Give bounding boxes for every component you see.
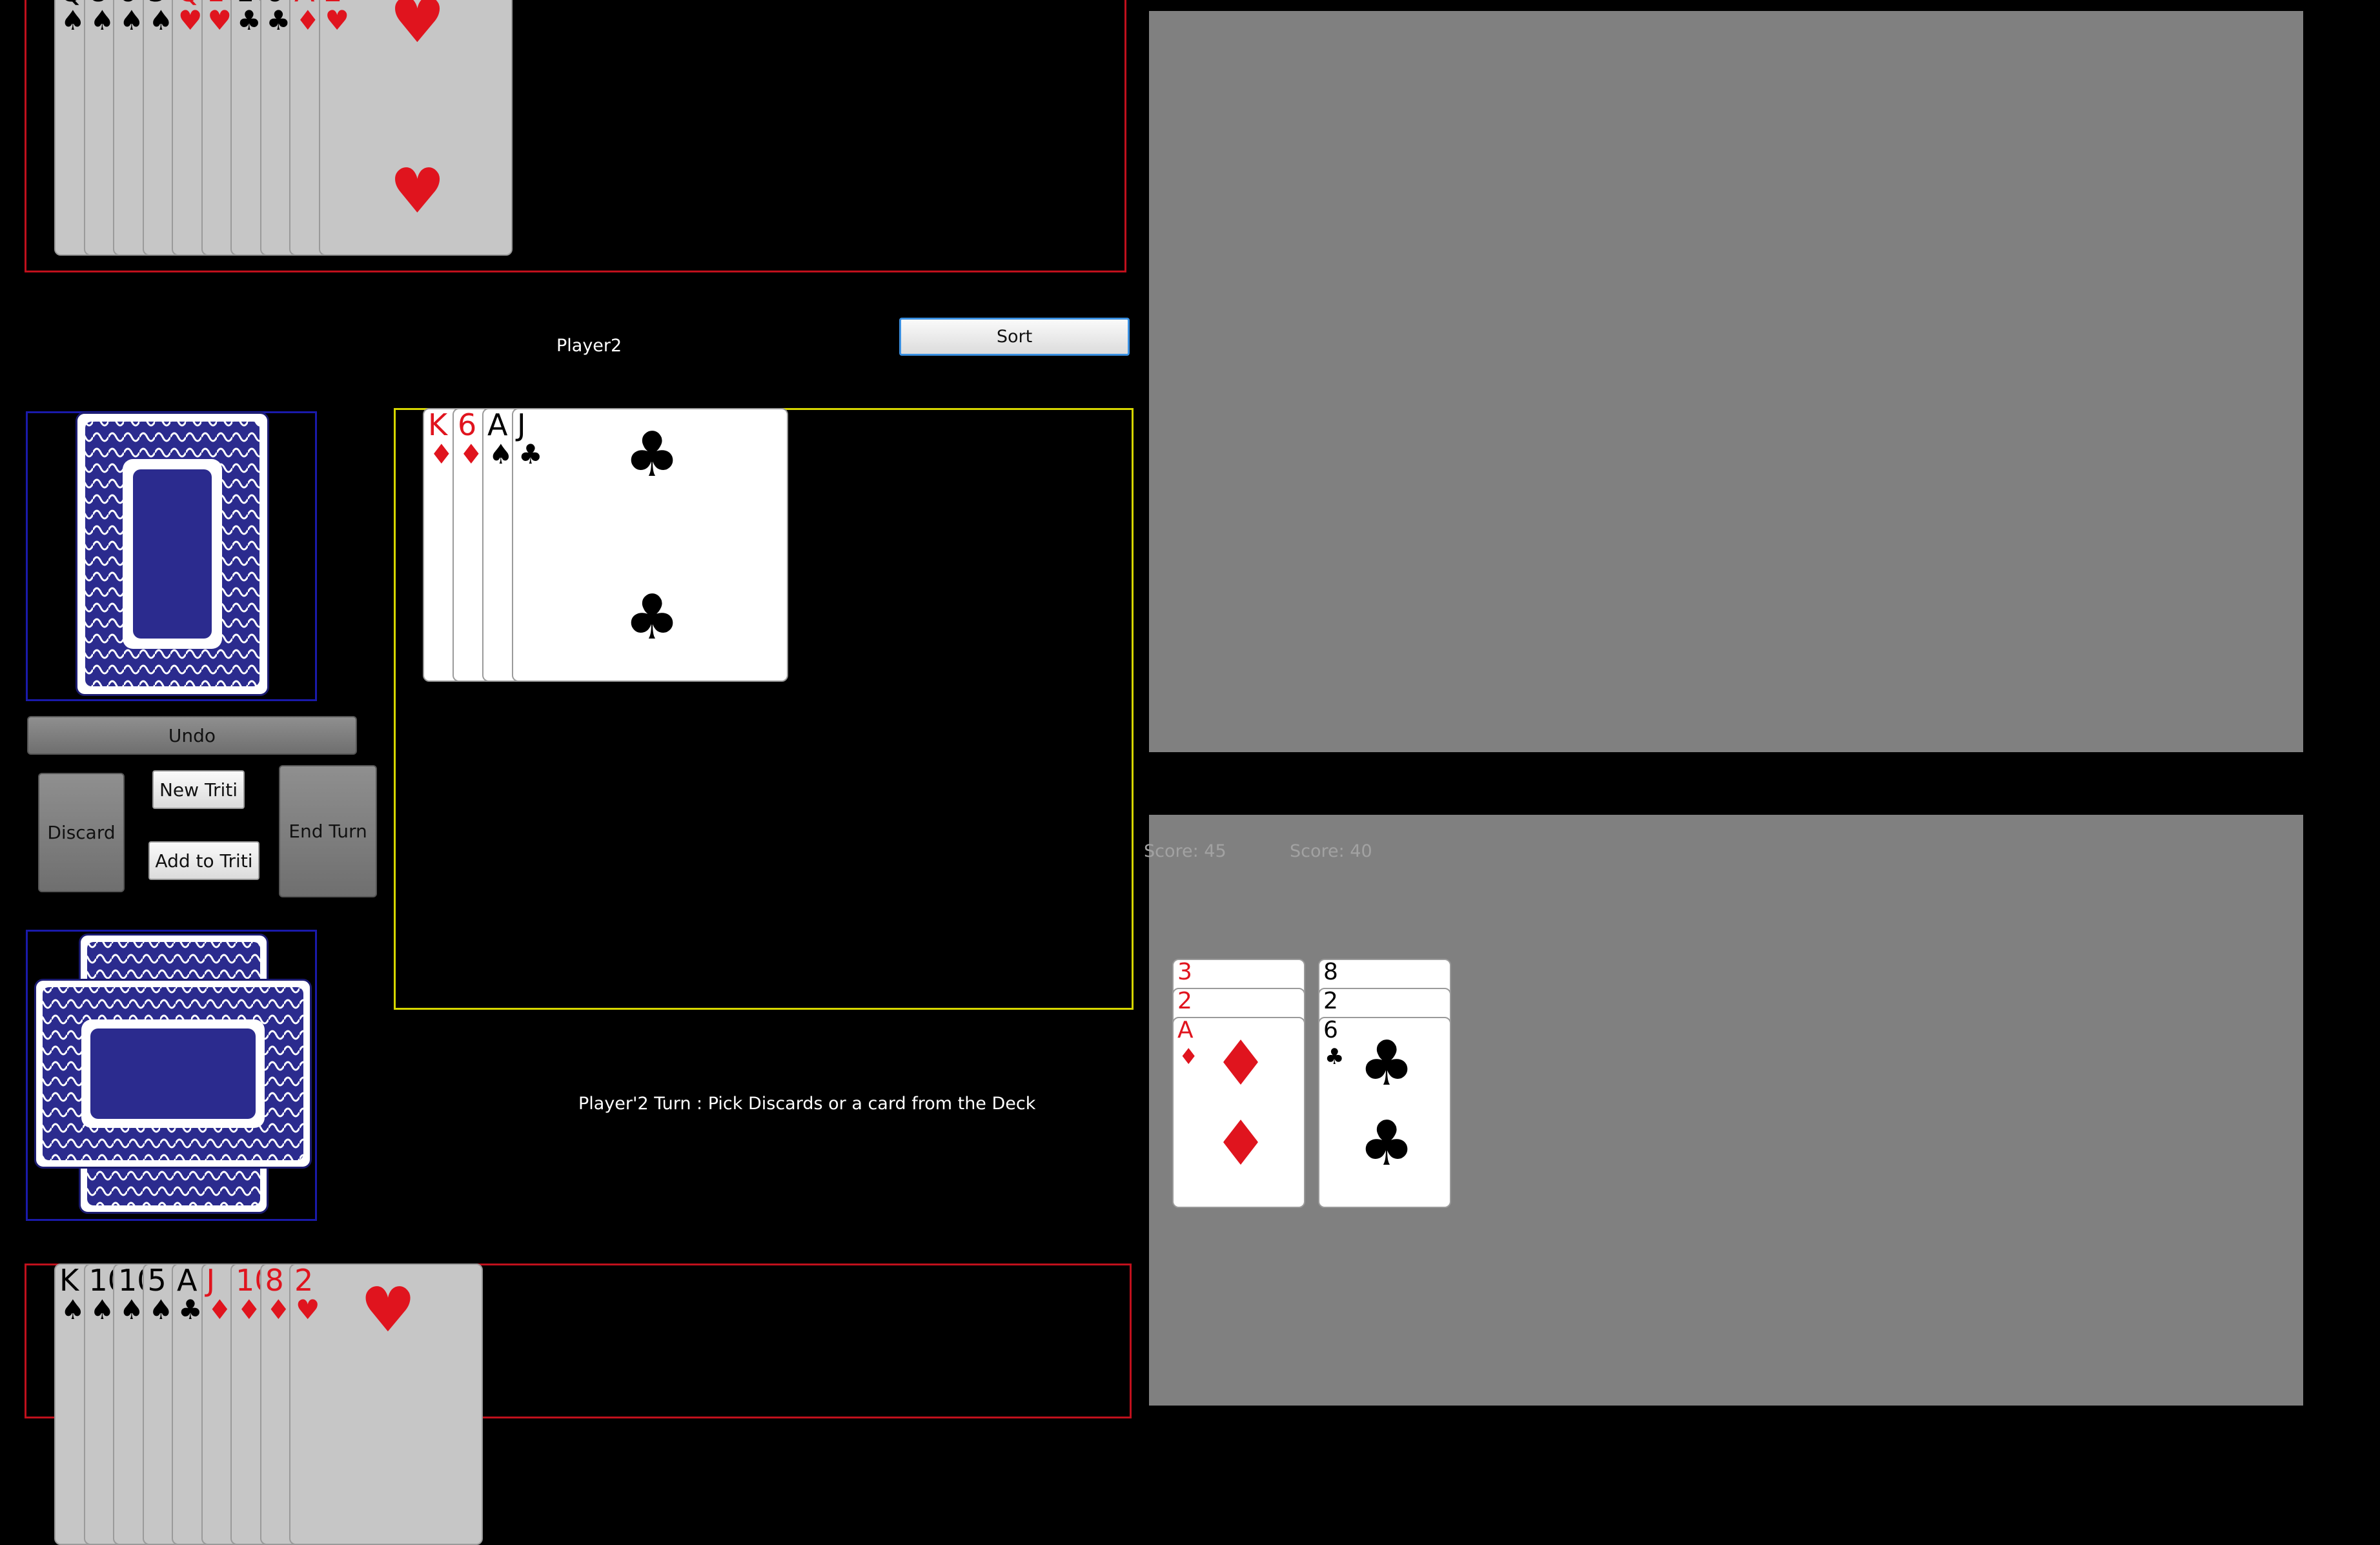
card-rank: 6 xyxy=(1323,1017,1338,1043)
discard-button[interactable]: Discard xyxy=(38,773,125,892)
card-rank: K xyxy=(428,408,448,442)
status-message: Player'2 Turn : Pick Discards or a card … xyxy=(578,1094,1036,1114)
card-suit-icon: ♦ xyxy=(296,5,320,36)
card-suit-icon: ♦ xyxy=(459,438,483,470)
card-suit-icon: ♣ xyxy=(178,1294,203,1325)
card-suit-icon: ♣ xyxy=(237,5,261,36)
triti-card: A ♦ ♦ ♦ xyxy=(1172,1017,1305,1208)
card-rank: 8 xyxy=(1323,959,1338,985)
card-rank: 3 xyxy=(1177,959,1192,985)
card-suit-icon: ♦ xyxy=(266,1294,291,1325)
card-rank: 6 xyxy=(458,408,477,442)
card-rank: J xyxy=(206,1264,216,1298)
card-suit-icon: ♠ xyxy=(90,1294,115,1325)
card-suit-icon: ♣ xyxy=(518,438,543,470)
opponent-meld-panel xyxy=(1149,11,2303,752)
discard-card-back-horizontal[interactable] xyxy=(34,979,312,1169)
card-rank: 2 xyxy=(1177,988,1192,1014)
card-pip-icon: ♣ xyxy=(624,418,680,491)
card-pip-icon: ♥ xyxy=(360,1274,416,1346)
card-rank: 8 xyxy=(265,1264,284,1298)
card-suit-icon: ♠ xyxy=(148,5,174,36)
card-rank: 5 xyxy=(147,1264,167,1298)
undo-button[interactable]: Undo xyxy=(27,716,357,755)
deck-card-back[interactable] xyxy=(76,412,269,696)
card-suit-icon: ♥ xyxy=(325,5,350,36)
card-suit-icon: ♠ xyxy=(119,5,144,36)
card-suit-icon: ♦ xyxy=(237,1294,261,1325)
card-back-pattern-icon xyxy=(43,987,303,1160)
card-suit-icon: ♥ xyxy=(296,1294,320,1325)
card-suit-icon: ♥ xyxy=(178,5,203,36)
card-pip-icon: ♥ xyxy=(389,0,445,57)
end-turn-button[interactable]: End Turn xyxy=(279,765,377,897)
add-to-triti-button[interactable]: Add to Triti xyxy=(148,841,259,880)
score-left: Score: 45 xyxy=(1144,841,1226,861)
card-rank: A xyxy=(1177,1017,1194,1043)
card-rank: 2 xyxy=(294,1264,314,1298)
card-suit-icon: ♦ xyxy=(429,438,454,470)
card-rank: A xyxy=(487,408,508,442)
card-suit-icon: ♣ xyxy=(1325,1044,1345,1070)
player-hand-card[interactable]: 2 ♥ ♥ xyxy=(289,1264,483,1545)
card-suit-icon: ♠ xyxy=(119,1294,144,1325)
new-triti-button[interactable]: New Triti xyxy=(152,770,245,809)
card-suit-icon: ♦ xyxy=(207,1294,232,1325)
card-suit-icon: ♦ xyxy=(1179,1044,1199,1070)
card-suit-icon: ♣ xyxy=(266,5,291,36)
card-pip-icon: ♦ xyxy=(1213,1107,1269,1180)
card-suit-icon: ♠ xyxy=(90,5,115,36)
card-suit-icon: ♠ xyxy=(148,1294,174,1325)
player-name-label: Player2 xyxy=(556,336,622,356)
card-rank: J xyxy=(517,408,526,442)
card-pip-icon: ♦ xyxy=(1213,1027,1269,1100)
score-right: Score: 40 xyxy=(1290,841,1372,861)
triti-card: 6 ♣ ♣ ♣ xyxy=(1318,1017,1451,1208)
card-pip-icon: ♣ xyxy=(1359,1107,1415,1180)
opponent-hand-card: 2♥♥♥ xyxy=(318,0,513,256)
card-rank: A xyxy=(177,1264,198,1298)
card-rank: K xyxy=(59,1264,79,1298)
sort-button[interactable]: Sort xyxy=(899,318,1130,356)
card-suit-icon: ♠ xyxy=(489,438,513,470)
card-pip-icon: ♥ xyxy=(389,155,445,227)
card-rank: 2 xyxy=(1323,988,1338,1014)
card-pip-icon: ♣ xyxy=(1359,1027,1415,1100)
card-pip-icon: ♣ xyxy=(624,581,680,653)
card-suit-icon: ♠ xyxy=(61,5,85,36)
play-area-card[interactable]: J ♣ ♣ ♣ xyxy=(512,408,788,682)
card-back-pattern-icon xyxy=(85,422,259,686)
card-suit-icon: ♠ xyxy=(61,1294,85,1325)
card-suit-icon: ♥ xyxy=(207,5,232,36)
